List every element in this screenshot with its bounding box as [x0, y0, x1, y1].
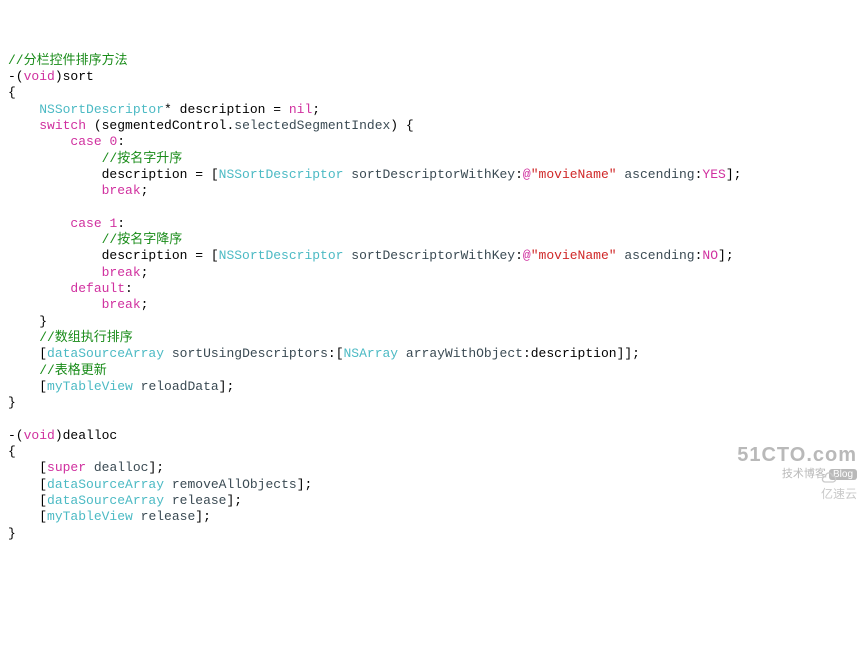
code-line: -(void)dealloc	[8, 428, 117, 443]
code-line: break;	[8, 265, 148, 280]
code-line: description = [NSSortDescriptor sortDesc…	[8, 167, 741, 182]
brace: }	[8, 314, 47, 329]
code-line: switch (segmentedControl.selectedSegment…	[8, 118, 414, 133]
code-line: [super dealloc];	[8, 460, 164, 475]
brace: {	[8, 444, 16, 459]
code-line: -(void)sort	[8, 69, 94, 84]
code-line: [dataSourceArray sortUsingDescriptors:[N…	[8, 346, 640, 361]
watermark-yisu: 亿速云	[814, 453, 857, 502]
brace: }	[8, 526, 16, 541]
code-line: [dataSourceArray removeAllObjects];	[8, 477, 312, 492]
watermark-corner-text: 亿速云	[821, 487, 857, 501]
comment: //分栏控件排序方法	[8, 53, 128, 68]
comment: //按名字升序	[8, 151, 182, 166]
code-line: [myTableView release];	[8, 509, 211, 524]
comment: //表格更新	[8, 363, 107, 378]
code-line: break;	[8, 183, 148, 198]
code-line: case 0:	[8, 134, 125, 149]
code-line: break;	[8, 297, 148, 312]
cloud-icon	[821, 472, 837, 484]
code-line: case 1:	[8, 216, 125, 231]
code-line: NSSortDescriptor* description = nil;	[8, 102, 320, 117]
code-line: [myTableView reloadData];	[8, 379, 234, 394]
comment: //按名字降序	[8, 232, 182, 247]
comment: //数组执行排序	[8, 330, 133, 345]
brace: }	[8, 395, 16, 410]
code-block: //分栏控件排序方法 -(void)sort { NSSortDescripto…	[8, 53, 857, 542]
code-line: description = [NSSortDescriptor sortDesc…	[8, 248, 734, 263]
brace: {	[8, 85, 16, 100]
code-line: default:	[8, 281, 133, 296]
